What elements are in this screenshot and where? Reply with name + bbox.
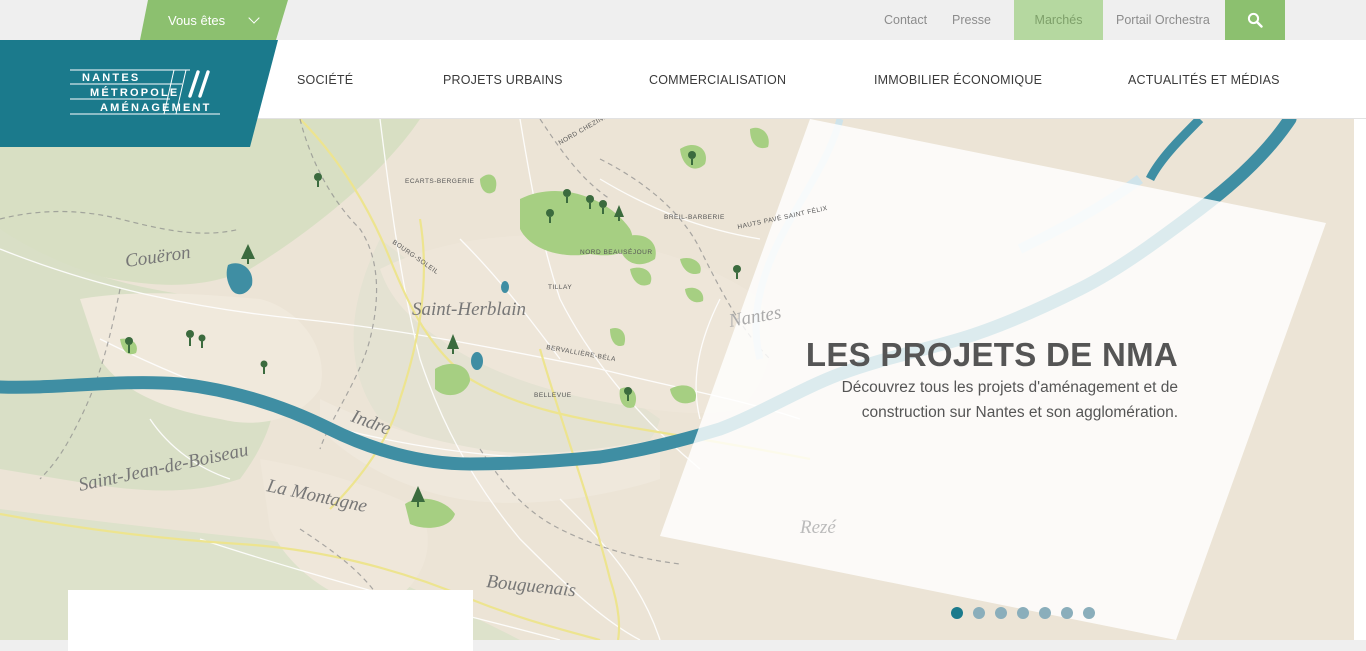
logo-line-metropole: MÉTROPOLE [90,87,180,99]
search-icon [1247,12,1263,28]
slide-dot[interactable] [1039,607,1051,619]
nav-societe[interactable]: SOCIÉTÉ [297,40,353,119]
logo-line-amenagement: AMÉNAGEMENT [100,102,212,114]
slide-dot[interactable] [1061,607,1073,619]
slider-dots [951,607,1095,619]
map-label-bouguenais: Bouguenais [485,571,576,601]
slide-dot[interactable] [1017,607,1029,619]
slide-dot[interactable] [995,607,1007,619]
logo-line-nantes: NANTES [82,72,141,84]
nav-actualites-medias[interactable]: ACTUALITÉS ET MÉDIAS [1128,40,1280,119]
slide-dot[interactable] [973,607,985,619]
map-label-nord-chezine: NORD CHEZINE [558,119,610,147]
contact-link[interactable]: Contact [884,0,927,40]
presse-link[interactable]: Presse [952,0,991,40]
nav-commercialisation[interactable]: COMMERCIALISATION [649,40,786,119]
map-label-tillay: TILLAY [548,284,572,291]
nav-immobilier-economique[interactable]: IMMOBILIER ÉCONOMIQUE [874,40,1042,119]
content-card [68,590,473,651]
audience-label: Vous êtes [168,12,226,28]
logo[interactable]: NANTES MÉTROPOLE AMÉNAGEMENT [72,71,212,116]
nav-projets-urbains[interactable]: PROJETS URBAINS [443,40,563,119]
slide-dot[interactable] [951,607,963,619]
search-button[interactable] [1225,0,1285,40]
hero-title: LES PROJETS DE NMA [805,336,1178,373]
right-edge [1354,119,1366,640]
map-label-reze: Rezé [799,517,837,538]
hero-banner: Couëron Saint-Herblain Indre Saint-Jean-… [0,119,1354,640]
marches-link[interactable]: Marchés [1014,0,1103,40]
slide-dot[interactable] [1083,607,1095,619]
chevron-down-icon [248,12,260,24]
audience-dropdown[interactable]: Vous êtes [140,0,288,40]
map-label-nord-beausejour: NORD BEAUSÉJOUR [580,247,653,256]
hero-description: Découvrez tous les projets d'aménagement… [841,379,1178,421]
portail-orchestra-link[interactable]: Portail Orchestra [1116,0,1210,40]
map-label-ecarts: ECARTS-BERGERIE [405,178,475,185]
map-label-bellevue: BELLEVUE [534,392,572,399]
map-label-breil: BREIL-BARBERIE [664,214,725,221]
map-label-saint-herblain: Saint-Herblain [412,299,526,320]
